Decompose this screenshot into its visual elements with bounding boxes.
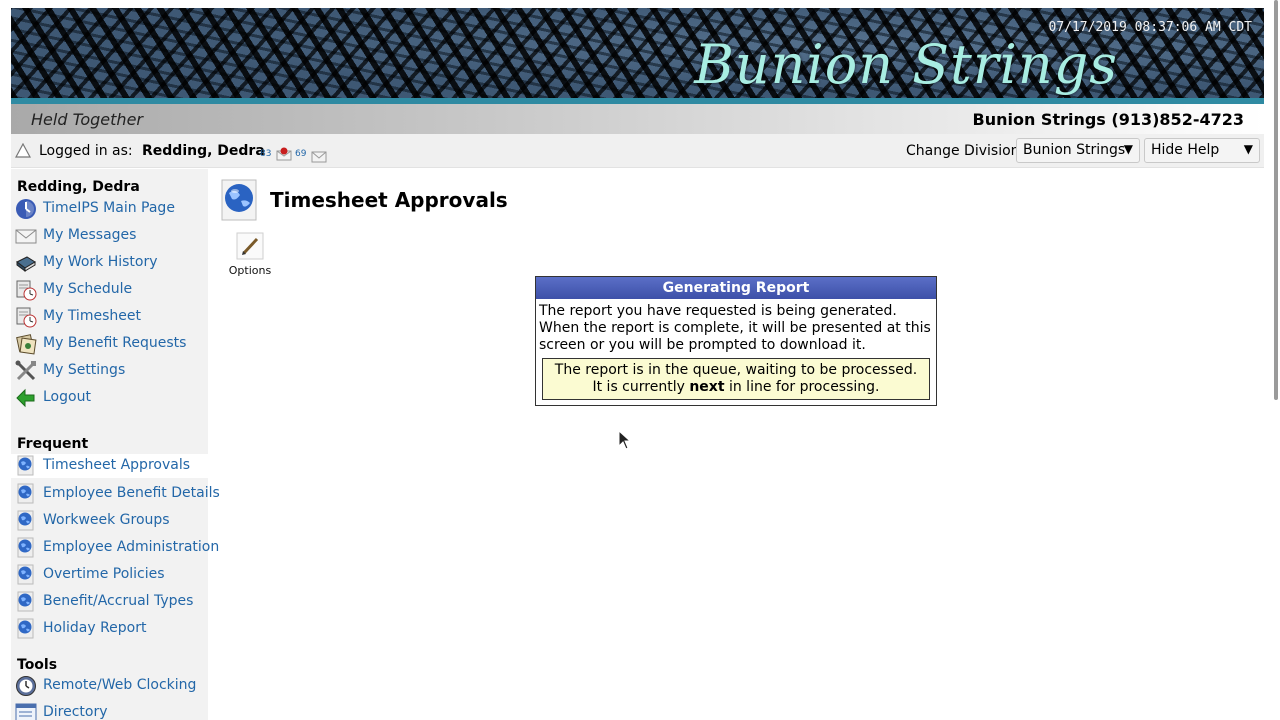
warning-triangle-icon[interactable]: [14, 142, 32, 162]
envelope-alert-icon[interactable]: [276, 146, 292, 165]
sidebar-item-label: Timesheet Approvals: [43, 457, 191, 473]
timesheet-icon: [15, 306, 37, 328]
sidebar-item-label: My Work History: [43, 254, 158, 270]
dialog-title: Generating Report: [536, 277, 936, 299]
directory-icon: [15, 702, 37, 720]
sidebar-user-heading: Redding, Dedra: [17, 179, 140, 195]
queue-position: next: [689, 379, 725, 395]
globe-icon: [15, 455, 37, 477]
sidebar-item-label: Logout: [43, 389, 91, 405]
clock-icon: [15, 198, 37, 220]
web-clock-icon: [15, 675, 37, 697]
chevron-down-icon: ▼: [1123, 142, 1133, 156]
sidebar-item-label: TimeIPS Main Page: [43, 200, 175, 216]
options-label: Options: [228, 264, 272, 277]
brand-logo-text: Bunion Strings: [694, 33, 1118, 96]
generating-report-dialog: Generating Report The report you have re…: [535, 276, 937, 406]
sidebar-item-benefit-accrual-types[interactable]: Benefit/Accrual Types: [11, 590, 208, 614]
dialog-description: The report you have requested is being g…: [539, 303, 931, 353]
sidebar-item-overtime-policies[interactable]: Overtime Policies: [11, 563, 208, 587]
globe-icon: [15, 483, 37, 505]
sidebar-item-label: My Benefit Requests: [43, 335, 187, 351]
sidebar-item-schedule[interactable]: My Schedule: [11, 278, 208, 302]
queue-status-line: The report is in the queue, waiting to b…: [554, 362, 918, 378]
app-frame: 07/17/2019 08:37:06 AM CDT Bunion String…: [11, 8, 1264, 720]
mouse-cursor-icon: [618, 429, 632, 454]
division-select[interactable]: Bunion Strings ▼: [1016, 138, 1140, 163]
sidebar-item-label: My Schedule: [43, 281, 133, 297]
globe-icon: [15, 591, 37, 613]
sidebar-item-logout[interactable]: Logout: [11, 386, 208, 410]
logout-arrow-icon: [15, 387, 37, 409]
sidebar-item-label: My Settings: [43, 362, 126, 378]
company-phone: Bunion Strings (913)852-4723: [972, 110, 1245, 129]
message-count-total[interactable]: 69: [295, 149, 306, 159]
sidebar-item-settings[interactable]: My Settings: [11, 359, 208, 383]
sidebar-item-label: Overtime Policies: [43, 566, 165, 582]
tools-icon: [15, 360, 37, 382]
pencil-document-icon: [235, 231, 265, 261]
sidebar-item-label: My Timesheet: [43, 308, 141, 324]
envelope-icon: [15, 225, 37, 247]
sidebar-frequent-heading: Frequent: [17, 436, 89, 452]
sidebar-item-label: Workweek Groups: [43, 512, 170, 528]
sidebar-item-label: My Messages: [43, 227, 137, 243]
login-bar: Logged in as: Redding, Dedra 83 69 Chang…: [11, 134, 1264, 168]
sidebar-item-label: Employee Administration: [43, 539, 220, 555]
sidebar: Redding, Dedra TimeIPS Main Page My Mess…: [11, 169, 220, 720]
sidebar-item-holiday-report[interactable]: Holiday Report: [11, 617, 208, 641]
message-count-new[interactable]: 83: [260, 149, 271, 159]
options-button[interactable]: Options: [227, 231, 273, 281]
sidebar-item-employee-benefit-details[interactable]: Employee Benefit Details: [11, 482, 220, 506]
scrollbar-thumb[interactable]: [1274, 0, 1278, 400]
sidebar-item-work-history[interactable]: My Work History: [11, 251, 208, 275]
sidebar-item-remote-web-clocking[interactable]: Remote/Web Clocking: [11, 674, 208, 698]
division-select-value: Bunion Strings: [1023, 142, 1126, 158]
help-select-value: Hide Help: [1151, 142, 1220, 158]
queue-position-line: It is currently next in line for process…: [592, 379, 880, 395]
sidebar-item-main-page[interactable]: TimeIPS Main Page: [11, 197, 208, 221]
tagline-bar: Held Together Bunion Strings (913)852-47…: [11, 104, 1264, 134]
sidebar-item-employee-administration[interactable]: Employee Administration: [11, 536, 219, 560]
sidebar-item-label: Benefit/Accrual Types: [43, 593, 194, 609]
book-icon: [15, 252, 37, 274]
logged-in-user: Redding, Dedra: [142, 143, 265, 159]
sidebar-item-messages[interactable]: My Messages: [11, 224, 208, 248]
globe-icon: [15, 510, 37, 532]
queue-status-box: The report is in the queue, waiting to b…: [542, 358, 930, 400]
sidebar-item-timesheet-approvals[interactable]: Timesheet Approvals: [11, 454, 208, 478]
sidebar-item-benefit-requests[interactable]: My Benefit Requests: [11, 332, 208, 356]
tagline: Held Together: [31, 110, 143, 129]
sidebar-item-label: Remote/Web Clocking: [43, 677, 197, 693]
page-title: Timesheet Approvals: [270, 188, 508, 212]
vertical-scrollbar[interactable]: [1272, 0, 1280, 720]
sidebar-item-label: Directory: [43, 704, 108, 720]
sidebar-item-label: Employee Benefit Details: [43, 485, 220, 501]
help-select[interactable]: Hide Help ▼: [1144, 138, 1260, 163]
sidebar-item-directory[interactable]: Directory: [11, 701, 208, 720]
envelope-icon[interactable]: [311, 148, 327, 167]
chevron-down-icon: ▼: [1243, 142, 1253, 156]
sidebar-item-workweek-groups[interactable]: Workweek Groups: [11, 509, 208, 533]
benefit-icon: [15, 333, 37, 355]
sidebar-item-timesheet[interactable]: My Timesheet: [11, 305, 208, 329]
sidebar-tools-heading: Tools: [17, 657, 58, 673]
globe-icon: [15, 537, 37, 559]
globe-icon: [15, 564, 37, 586]
globe-icon: [15, 618, 37, 640]
header-banner: 07/17/2019 08:37:06 AM CDT Bunion String…: [11, 8, 1264, 98]
logged-in-label: Logged in as:: [39, 143, 133, 159]
globe-page-icon: [219, 178, 259, 222]
sidebar-item-label: Holiday Report: [43, 620, 147, 636]
calendar-clock-icon: [15, 279, 37, 301]
change-division-label: Change Division:: [906, 143, 1025, 159]
